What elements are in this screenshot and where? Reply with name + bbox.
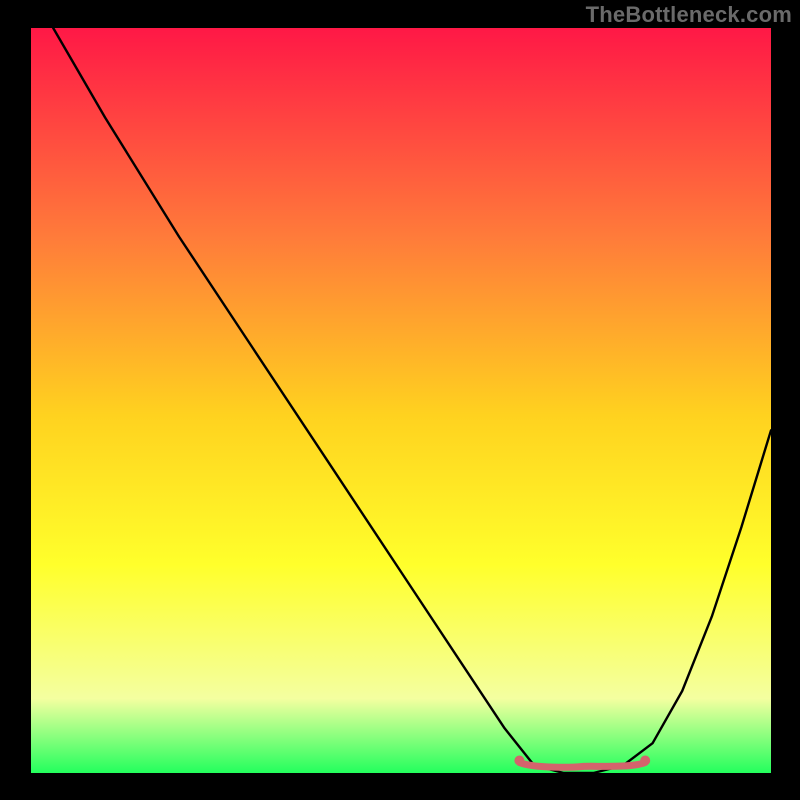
bottleneck-chart [0,0,800,800]
chart-frame: TheBottleneck.com [0,0,800,800]
gradient-background [31,28,771,773]
optimal-range-end-dot [640,756,650,766]
optimal-range-marker [519,763,645,768]
optimal-range-start-dot [514,756,524,766]
watermark-text: TheBottleneck.com [586,2,792,28]
